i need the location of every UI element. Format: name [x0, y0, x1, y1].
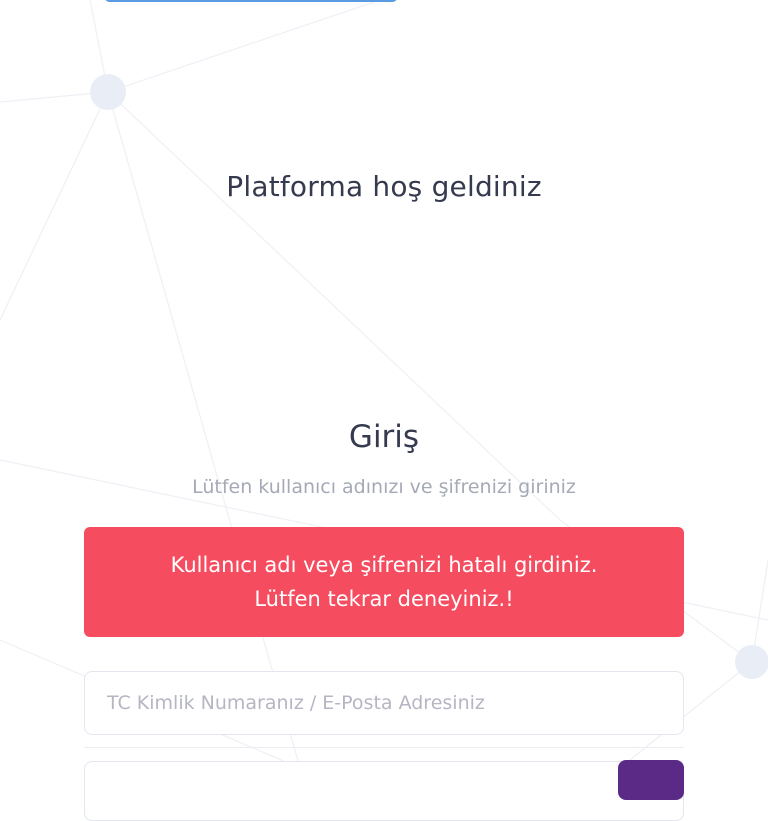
error-message-line-2: Lütfen tekrar deneyiniz.! [254, 587, 514, 611]
error-message-line-1: Kullanıcı adı veya şifrenizi hatalı gird… [170, 553, 598, 577]
background-network-pattern [0, 0, 768, 768]
error-alert: Kullanıcı adı veya şifrenizi hatalı gird… [84, 527, 684, 637]
welcome-heading: Platforma hoş geldiniz [226, 170, 542, 203]
top-action-button[interactable] [104, 0, 398, 2]
form-divider [84, 747, 684, 748]
login-title: Giriş [348, 419, 420, 455]
password-toggle-button[interactable] [618, 760, 684, 800]
login-subtitle: Lütfen kullanıcı adınızı ve şifrenizi gi… [192, 476, 576, 498]
password-input[interactable] [84, 761, 684, 821]
tc-email-input[interactable] [84, 671, 684, 735]
